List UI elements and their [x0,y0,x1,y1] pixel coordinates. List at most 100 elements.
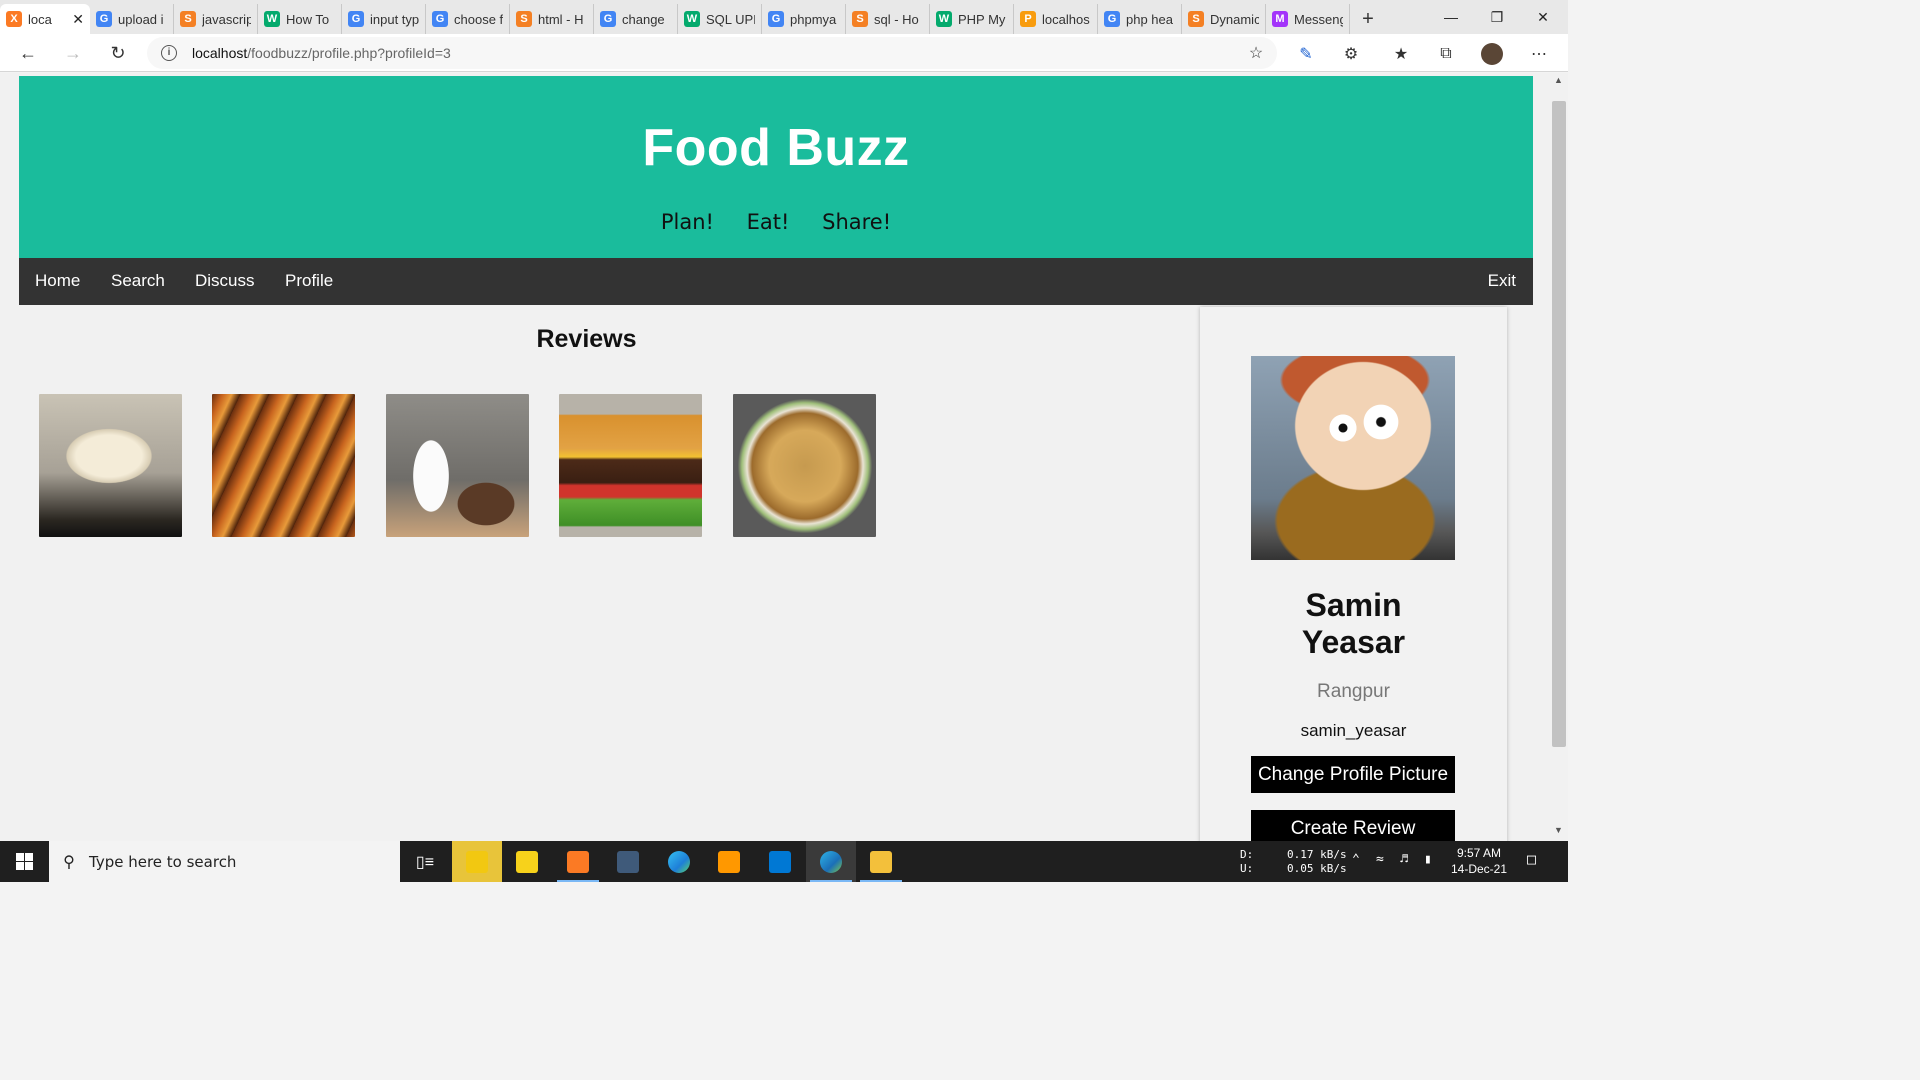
browser-tab[interactable]: S Dynamic [1182,4,1266,34]
review-thumb-grilled-sandwich[interactable] [212,394,355,537]
site-tagline: Plan! Eat! Share! [19,210,1533,234]
back-icon[interactable]: ← [13,38,43,68]
clock-time: 9:57 AM [1456,846,1502,860]
tagline-eat: Eat! [746,210,790,234]
browser-tab[interactable]: Ssql - Ho [846,4,930,34]
browser-tab[interactable]: Gphpmya [762,4,846,34]
close-tab-icon[interactable]: ✕ [72,11,84,28]
tab-label: php hea [1126,11,1173,27]
site-info-icon[interactable]: i [161,45,177,61]
favorites-icon[interactable]: ★ [1390,43,1412,65]
w3schools-icon: W [684,11,700,27]
profile-last-name: Yeasar [1301,624,1406,660]
file-explorer-app-icon[interactable] [856,841,906,882]
nav-search[interactable]: Search [111,271,165,291]
close-window-button[interactable]: ✕ [1520,0,1566,34]
google-icon: G [1104,11,1120,27]
tab-label: loca [28,11,52,27]
browser-tab[interactable]: Ginput typ [342,4,426,34]
profile-avatar-icon[interactable] [1481,43,1503,65]
change-profile-picture-button[interactable]: Change Profile Picture [1251,756,1455,793]
address-toolbar: ← → ↻ i localhost/foodbuzz/profile.php?p… [0,34,1568,72]
new-tab-button[interactable]: + [1350,4,1386,34]
nav-discuss[interactable]: Discuss [195,271,255,291]
collections-icon[interactable]: ⧉ [1435,43,1457,65]
page-scrollbar[interactable]: ▲ ▼ [1552,73,1568,841]
nav-exit[interactable]: Exit [1488,271,1516,291]
profile-username: samin_yeasar [1300,721,1407,740]
browser-tab[interactable]: Gphp hea [1098,4,1182,34]
task-view-icon[interactable]: ▯≡ [400,841,450,882]
browser-tab[interactable]: M Messeng [1266,4,1350,34]
tab-label: change [622,11,665,27]
w3schools-icon: W [936,11,952,27]
mysql-workbench-app-icon[interactable] [603,841,653,882]
scroll-down-icon[interactable]: ▼ [1554,825,1563,835]
xampp-app-icon[interactable] [553,841,603,882]
edge-beta-app-icon[interactable] [806,841,856,882]
tab-label: Messeng [1294,11,1343,27]
pen-extension-icon[interactable]: ✎ [1295,43,1317,65]
browser-tab[interactable]: W SQL UPD [678,4,762,34]
browser-tab[interactable]: Plocalhos [1014,4,1098,34]
tab-label: input typ [370,11,419,27]
site-title: Food Buzz [642,119,910,177]
sublime-text-app-icon[interactable] [704,841,754,882]
xampp-icon: X [6,11,22,27]
vscode-app-icon[interactable] [755,841,805,882]
browser-tab[interactable]: Gupload i [90,4,174,34]
url-text[interactable]: localhost/foodbuzz/profile.php?profileId… [192,45,451,61]
google-icon: G [348,11,364,27]
browser-tab[interactable]: Gchange [594,4,678,34]
profile-card: Samin Yeasar Rangpur samin_yeasar Change… [1200,307,1507,841]
review-thumb-milk-bread[interactable] [386,394,529,537]
scrollbar-thumb[interactable] [1552,101,1566,747]
scroll-up-icon[interactable]: ▲ [1554,75,1563,85]
extensions-icon[interactable]: ⚙ [1340,43,1362,65]
taskbar-clock[interactable]: 9:57 AM 14-Dec-21 [1446,845,1512,877]
browser-tab[interactable]: W How To [258,4,342,34]
net-down-speed: 0.17 kB/s [1287,848,1347,861]
browser-tab[interactable]: Sjavascrip [174,4,258,34]
tab-label: sql - Ho [874,11,919,27]
tray-overflow-icon[interactable]: ⌃ [1352,853,1360,867]
windows-taskbar: ⚲ Type here to search ▯≡ D: U: 0.17 kB/s… [0,841,1568,882]
minimize-button[interactable]: — [1428,0,1474,34]
tab-label: Dynamic [1210,11,1259,27]
wifi-icon[interactable]: ≈ [1376,853,1384,867]
tab-label: javascrip [202,11,251,27]
notifications-icon[interactable]: □ [1527,852,1536,867]
site-header: Food Buzz Plan! Eat! Share! [19,76,1533,258]
volume-icon[interactable]: ♬ [1400,853,1408,867]
add-favorite-icon[interactable]: ☆ [1245,42,1267,64]
net-down-label: D: [1240,848,1254,861]
browser-tab[interactable]: Gchoose f [426,4,510,34]
taskbar-search[interactable]: ⚲ Type here to search [49,841,400,882]
powerbi-app-icon[interactable] [452,841,502,882]
edge-app-icon[interactable] [654,841,704,882]
review-thumb-rice-pudding[interactable] [39,394,182,537]
tab-label: phpmya [790,11,837,27]
google-icon: G [432,11,448,27]
browser-tab[interactable]: Xloca ✕ [0,4,90,34]
nav-profile[interactable]: Profile [285,271,333,291]
forward-icon[interactable]: → [58,38,88,68]
page-viewport: Food Buzz Plan! Eat! Share! Home Search … [0,73,1552,841]
sticky-notes-app-icon[interactable] [502,841,552,882]
browser-tab[interactable]: W PHP My [930,4,1014,34]
more-menu-icon[interactable]: ⋯ [1528,43,1550,65]
review-thumb-burger[interactable] [559,394,702,537]
net-up-speed: 0.05 kB/s [1287,862,1347,875]
tab-strip: Xloca ✕ Gupload i Sjavascrip W How To Ginput t… [0,0,1568,34]
restore-button[interactable]: ❐ [1474,0,1520,34]
battery-icon[interactable]: ▮ [1424,853,1432,867]
windows-start-icon[interactable] [0,841,49,882]
tab-label: PHP My [958,11,1006,27]
address-bar[interactable]: i localhost/foodbuzz/profile.php?profile… [147,37,1277,69]
review-thumb-biryani[interactable] [733,394,876,537]
nav-home[interactable]: Home [35,271,80,291]
create-review-button[interactable]: Create Review [1251,810,1455,841]
reload-icon[interactable]: ↻ [103,38,133,68]
browser-tab[interactable]: Shtml - H [510,4,594,34]
tagline-plan: Plan! [660,210,714,234]
